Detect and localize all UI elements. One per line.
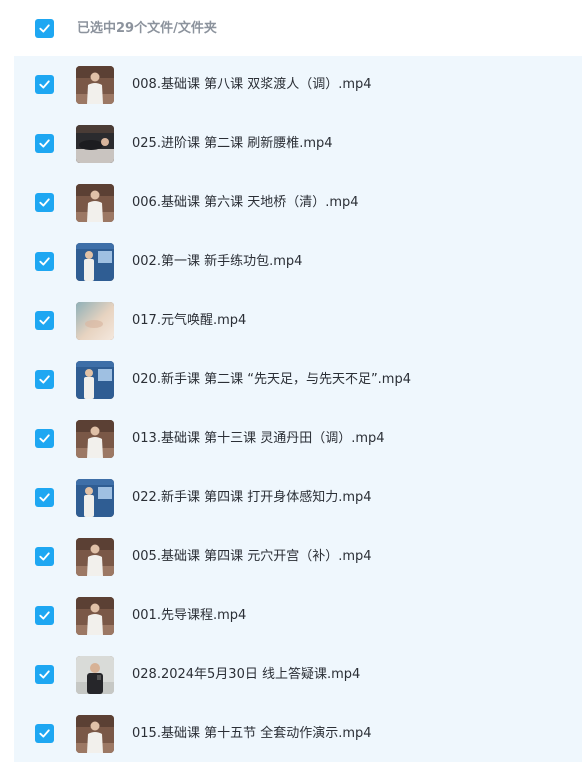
checkmark-icon	[39, 316, 50, 325]
person-video-thumbnail[interactable]	[76, 715, 114, 753]
checkmark-icon	[39, 24, 50, 33]
file-checkbox[interactable]	[35, 488, 54, 507]
file-row[interactable]: 002.第一课 新手练功包.mp4	[14, 232, 582, 291]
sand-video-thumbnail[interactable]	[76, 302, 114, 340]
checkmark-icon	[39, 434, 50, 443]
person-video-thumbnail[interactable]	[76, 66, 114, 104]
file-name[interactable]: 028.2024年5月30日 线上答疑课.mp4	[132, 665, 360, 685]
file-row[interactable]: 015.基础课 第十五节 全套动作演示.mp4	[14, 704, 582, 763]
file-checkbox[interactable]	[35, 606, 54, 625]
selection-header: 已选中29个文件/文件夹	[14, 0, 582, 56]
file-row[interactable]: 008.基础课 第八课 双浆渡人（调）.mp4	[14, 55, 582, 114]
checkmark-icon	[39, 375, 50, 384]
checkmark-icon	[39, 257, 50, 266]
file-checkbox[interactable]	[35, 75, 54, 94]
file-row[interactable]: 028.2024年5月30日 线上答疑课.mp4	[14, 645, 582, 704]
checkmark-icon	[39, 670, 50, 679]
presentation-video-thumbnail[interactable]	[76, 243, 114, 281]
select-all-checkbox[interactable]	[35, 19, 54, 38]
file-checkbox[interactable]	[35, 370, 54, 389]
file-row[interactable]: 025.进阶课 第二课 刷新腰椎.mp4	[14, 114, 582, 173]
selected-count-text: 已选中29个文件/文件夹	[77, 21, 217, 36]
file-name[interactable]: 015.基础课 第十五节 全套动作演示.mp4	[132, 724, 372, 744]
file-name[interactable]: 008.基础课 第八课 双浆渡人（调）.mp4	[132, 75, 372, 95]
file-name[interactable]: 013.基础课 第十三课 灵通丹田（调）.mp4	[132, 429, 385, 449]
checkmark-icon	[39, 552, 50, 561]
file-row[interactable]: 013.基础课 第十三课 灵通丹田（调）.mp4	[14, 409, 582, 468]
file-row[interactable]: 001.先导课程.mp4	[14, 586, 582, 645]
file-row[interactable]: 020.新手课 第二课 “先天足，与先天不足”.mp4	[14, 350, 582, 409]
file-checkbox[interactable]	[35, 252, 54, 271]
file-name[interactable]: 005.基础课 第四课 元穴开宫（补）.mp4	[132, 547, 372, 567]
person-video-thumbnail[interactable]	[76, 538, 114, 576]
speaker-video-thumbnail[interactable]	[76, 656, 114, 694]
file-name[interactable]: 020.新手课 第二课 “先天足，与先天不足”.mp4	[132, 370, 411, 390]
presentation-video-thumbnail[interactable]	[76, 361, 114, 399]
checkmark-icon	[39, 198, 50, 207]
lying-person-video-thumbnail[interactable]	[76, 125, 114, 163]
person-video-thumbnail[interactable]	[76, 597, 114, 635]
file-checkbox[interactable]	[35, 665, 54, 684]
file-name[interactable]: 025.进阶课 第二课 刷新腰椎.mp4	[132, 134, 333, 154]
file-row[interactable]: 005.基础课 第四课 元穴开宫（补）.mp4	[14, 527, 582, 586]
file-name[interactable]: 017.元气唤醒.mp4	[132, 311, 246, 331]
file-row[interactable]: 022.新手课 第四课 打开身体感知力.mp4	[14, 468, 582, 527]
checkmark-icon	[39, 729, 50, 738]
file-checkbox[interactable]	[35, 134, 54, 153]
file-name[interactable]: 006.基础课 第六课 天地桥（清）.mp4	[132, 193, 359, 213]
person-video-thumbnail[interactable]	[76, 184, 114, 222]
file-row[interactable]: 017.元气唤醒.mp4	[14, 291, 582, 350]
file-name[interactable]: 002.第一课 新手练功包.mp4	[132, 252, 302, 272]
file-checkbox[interactable]	[35, 193, 54, 212]
file-checkbox[interactable]	[35, 547, 54, 566]
file-row[interactable]: 006.基础课 第六课 天地桥（清）.mp4	[14, 173, 582, 232]
file-name[interactable]: 001.先导课程.mp4	[132, 606, 246, 626]
checkmark-icon	[39, 611, 50, 620]
checkmark-icon	[39, 493, 50, 502]
file-name[interactable]: 022.新手课 第四课 打开身体感知力.mp4	[132, 488, 372, 508]
file-checkbox[interactable]	[35, 311, 54, 330]
checkmark-icon	[39, 80, 50, 89]
presentation-video-thumbnail[interactable]	[76, 479, 114, 517]
file-checkbox[interactable]	[35, 429, 54, 448]
file-checkbox[interactable]	[35, 724, 54, 743]
person-video-thumbnail[interactable]	[76, 420, 114, 458]
checkmark-icon	[39, 139, 50, 148]
